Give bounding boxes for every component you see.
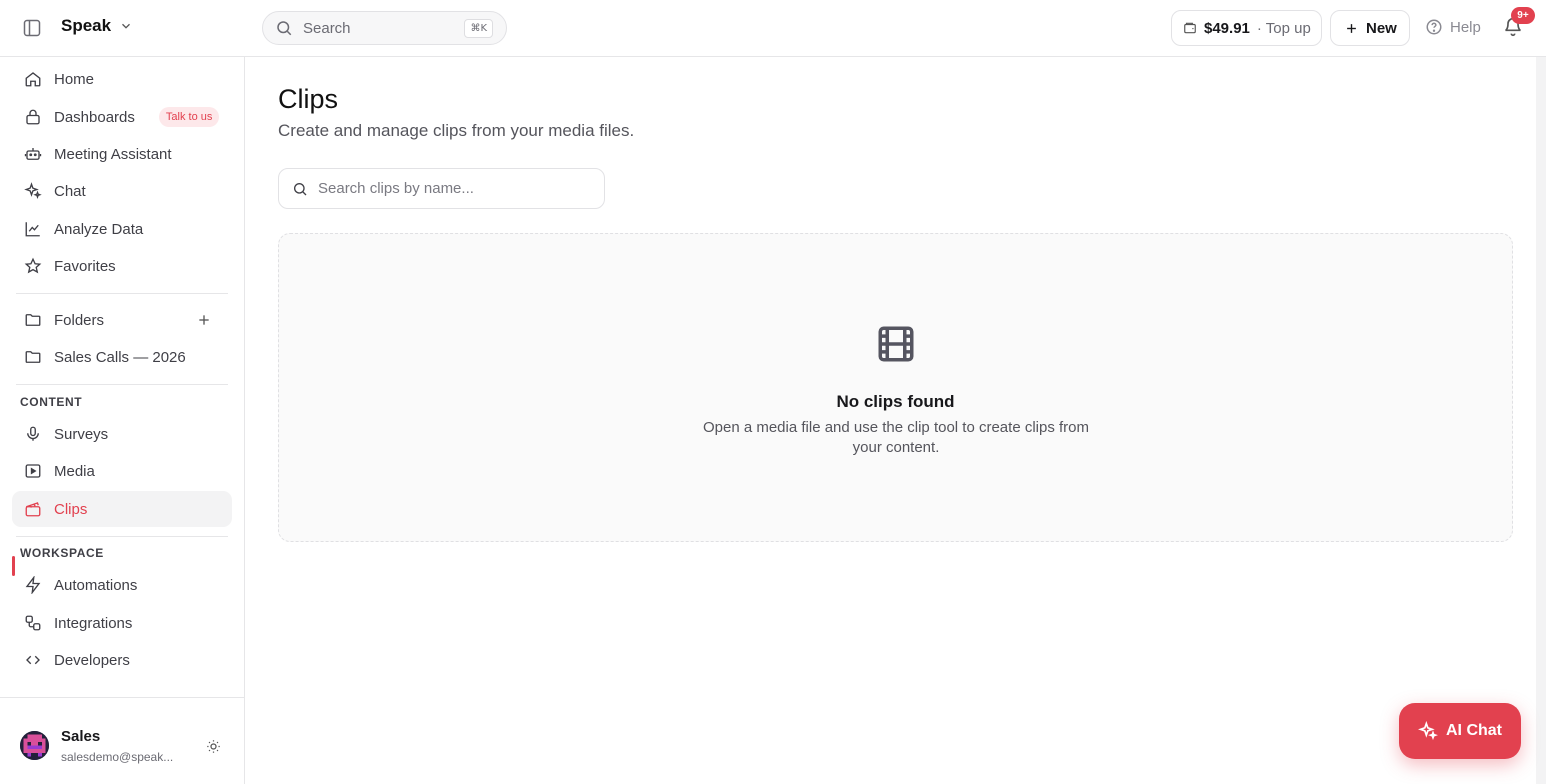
- search-shortcut: ⌘K: [464, 19, 493, 38]
- sidebar-item-label: Home: [54, 70, 95, 88]
- section-label-content: CONTENT: [20, 395, 83, 409]
- sidebar-item-label: Sales Calls — 2026: [54, 348, 186, 366]
- lock-icon: [26, 109, 40, 125]
- sidebar-item-clips[interactable]: Clips: [12, 491, 232, 527]
- sparkles-icon: [1418, 721, 1438, 741]
- sidebar-toggle-icon[interactable]: [22, 18, 42, 38]
- ai-chat-button[interactable]: AI Chat: [1399, 703, 1521, 759]
- sidebar-item-home[interactable]: Home: [12, 61, 232, 97]
- code-icon: [26, 655, 40, 665]
- new-button[interactable]: New: [1330, 10, 1410, 46]
- sidebar-item-label: Media: [54, 462, 95, 480]
- page-subtitle: Create and manage clips from your media …: [278, 121, 635, 140]
- zap-icon: [25, 576, 41, 594]
- help-label: Help: [1450, 18, 1481, 36]
- credits-amount: $49.91: [1204, 19, 1250, 37]
- sidebar-item-label: Automations: [54, 576, 138, 594]
- mic-icon: [27, 426, 39, 441]
- topup-label: · Top up: [1256, 19, 1311, 37]
- user-name: Sales: [61, 728, 101, 745]
- top-bar: Speak Search ⌘K $49.91 · Top up New Help…: [0, 0, 1546, 57]
- scrollbar-track[interactable]: [1536, 57, 1546, 784]
- sidebar-item-automations[interactable]: Automations: [12, 567, 232, 603]
- user-email: salesdemo@speak...: [61, 750, 174, 764]
- clip-search-field[interactable]: [278, 168, 605, 209]
- brand-name: Speak: [61, 16, 112, 35]
- add-folder-icon[interactable]: [196, 312, 212, 328]
- wallet-icon: [1184, 22, 1196, 34]
- sidebar-item-meeting-assistant[interactable]: Meeting Assistant: [12, 136, 232, 172]
- search-icon: [277, 21, 292, 36]
- sidebar-item-chat[interactable]: Chat: [12, 173, 232, 209]
- sidebar-item-dashboards[interactable]: Dashboards Talk to us: [12, 99, 232, 135]
- search-label: Search: [303, 19, 351, 37]
- media-icon: [25, 464, 41, 478]
- ai-chat-label: AI Chat: [1446, 722, 1502, 739]
- sidebar-item-label: Surveys: [54, 425, 109, 443]
- home-icon: [25, 72, 41, 87]
- global-search[interactable]: Search ⌘K: [262, 11, 507, 45]
- sidebar-item-integrations[interactable]: Integrations: [12, 605, 232, 641]
- sidebar-item-surveys[interactable]: Surveys: [12, 416, 232, 452]
- notifications-badge: 9+: [1511, 7, 1535, 24]
- new-label: New: [1366, 19, 1397, 37]
- divider: [16, 536, 228, 537]
- sidebar-item-label: Analyze Data: [54, 220, 144, 238]
- clip-search-input[interactable]: [318, 180, 588, 197]
- workspace-switcher[interactable]: Speak: [61, 16, 133, 36]
- film-icon: [878, 326, 914, 362]
- integrations-icon: [25, 615, 41, 631]
- bot-icon: [24, 148, 42, 160]
- sun-icon[interactable]: [206, 739, 221, 754]
- user-profile[interactable]: Sales salesdemo@speak...: [0, 697, 244, 784]
- sidebar-item-label: Favorites: [54, 257, 116, 275]
- empty-state-description: Open a media file and use the clip tool …: [702, 419, 1090, 456]
- sidebar-item-label: Clips: [54, 500, 88, 518]
- sparkles-icon: [24, 182, 42, 199]
- sidebar-item-label: Meeting Assistant: [54, 145, 172, 163]
- sidebar-item-label: Integrations: [54, 614, 133, 632]
- folder-icon: [25, 314, 41, 326]
- section-label-workspace: WORKSPACE: [20, 546, 104, 560]
- avatar: [20, 731, 49, 760]
- help-circle-icon: [1426, 19, 1442, 35]
- help-button[interactable]: Help: [1425, 18, 1481, 36]
- search-icon: [294, 182, 307, 195]
- empty-state: No clips found Open a media file and use…: [278, 233, 1513, 542]
- clip-icon: [25, 502, 41, 517]
- sidebar-item-label: Chat: [54, 182, 86, 200]
- empty-state-title: No clips found: [836, 392, 955, 411]
- talk-to-us-badge[interactable]: Talk to us: [158, 107, 220, 127]
- divider: [16, 293, 228, 294]
- sidebar-item-developers[interactable]: Developers: [12, 642, 232, 678]
- divider: [16, 384, 228, 385]
- sidebar-item-label: Dashboards: [54, 108, 135, 126]
- sidebar-item-folders[interactable]: Folders: [12, 302, 232, 338]
- star-icon: [24, 257, 42, 274]
- sidebar-item-favorites[interactable]: Favorites: [12, 248, 232, 284]
- sidebar-item-folder[interactable]: Sales Calls — 2026: [12, 339, 232, 375]
- folder-icon: [25, 351, 41, 363]
- page-title: Clips: [278, 84, 339, 114]
- credits-topup-button[interactable]: $49.91 · Top up: [1171, 10, 1322, 46]
- plus-icon: [1347, 23, 1356, 33]
- sidebar-item-label: Folders: [54, 311, 105, 329]
- sidebar: Home Dashboards Talk to us Meeting Assis…: [0, 57, 245, 784]
- sidebar-item-media[interactable]: Media: [12, 453, 232, 489]
- line-chart-icon: [25, 222, 40, 237]
- sidebar-item-analyze-data[interactable]: Analyze Data: [12, 211, 232, 247]
- chevron-down-icon: [122, 23, 131, 29]
- sidebar-item-label: Developers: [54, 651, 130, 669]
